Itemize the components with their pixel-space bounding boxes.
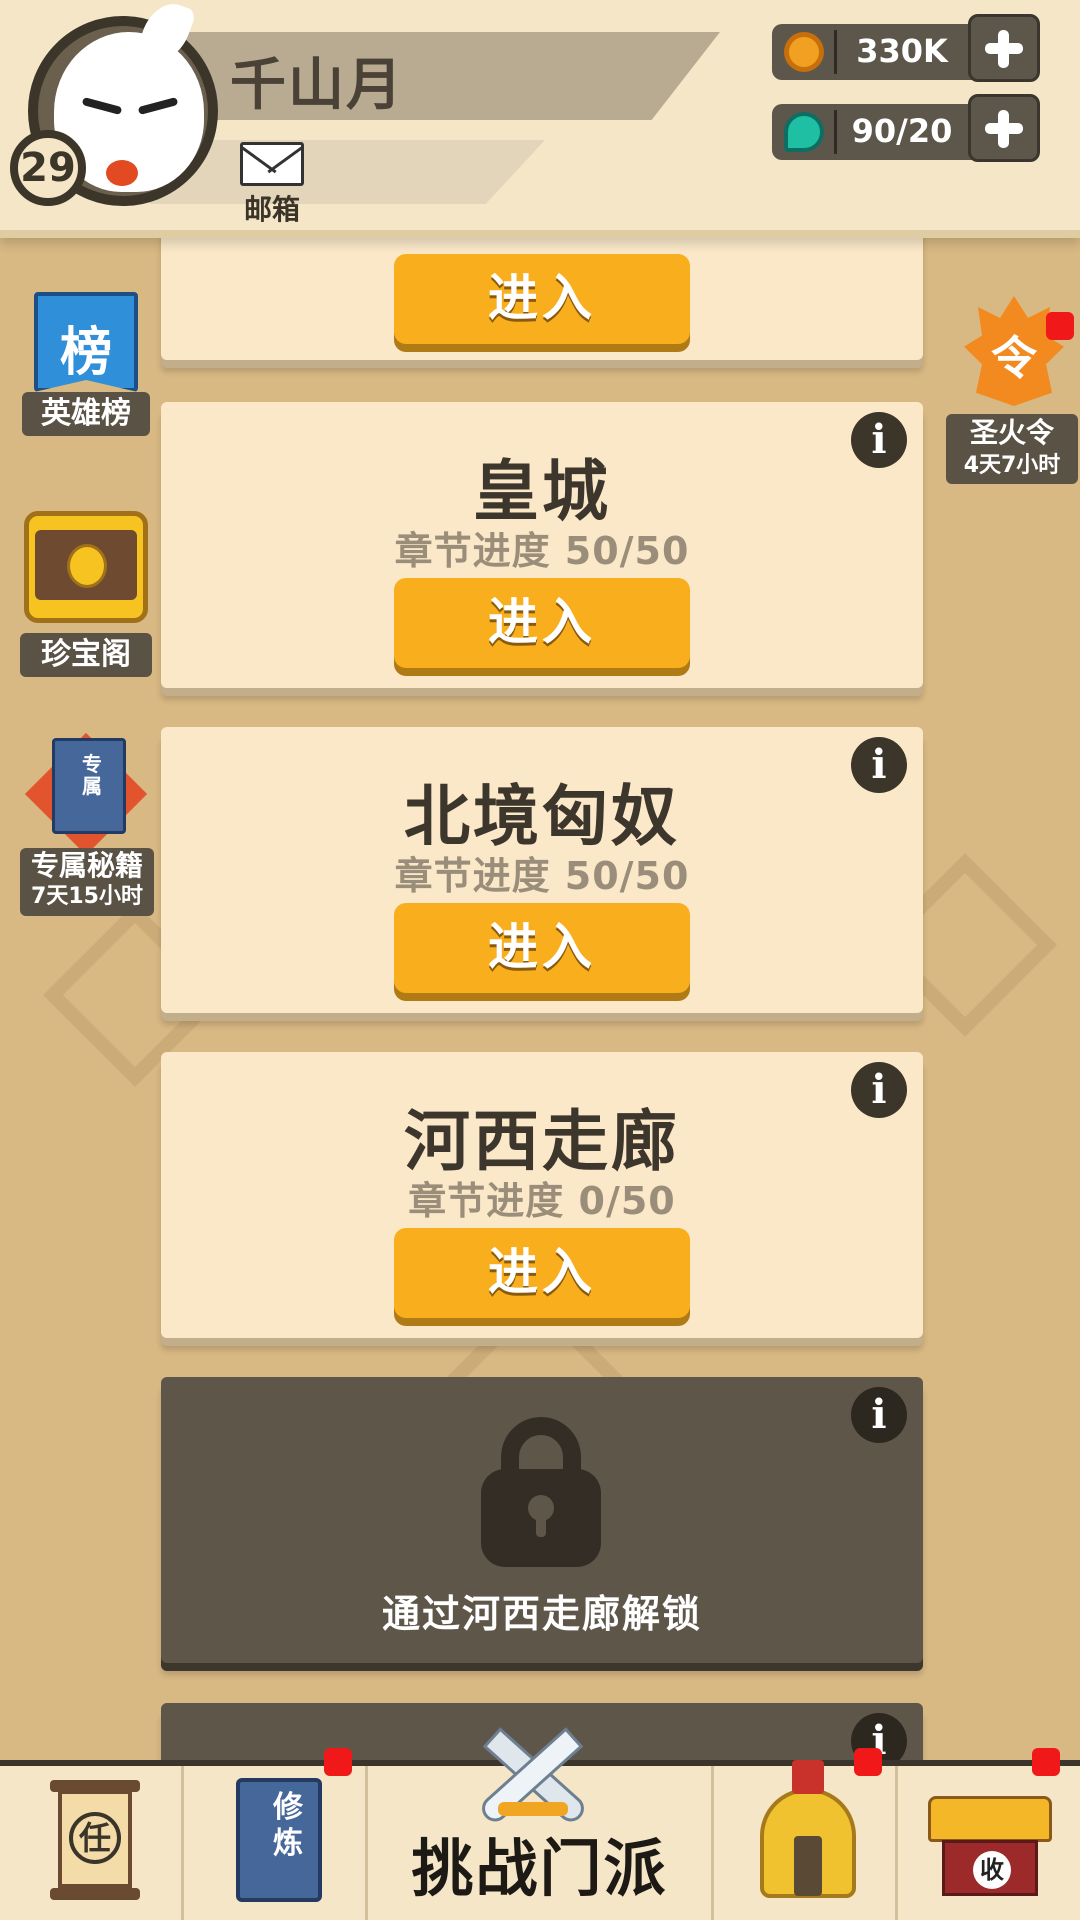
top-header: 千山月 邮箱 29 330K 90/20 <box>0 0 1080 238</box>
game-screen: 千山月 邮箱 29 330K 90/20 进入 i 皇城 章节进度 50/50 … <box>0 0 1080 1920</box>
coin-icon <box>784 32 824 72</box>
manual-label: 专属秘籍 7天15小时 <box>20 848 154 916</box>
chapter-progress: 章节进度 50/50 <box>394 529 690 573</box>
hero-ranking-button[interactable]: 榜 英雄榜 <box>22 288 150 438</box>
level-card-hexi-corridor: i 河西走廊 章节进度 0/50 进入 <box>161 1052 923 1338</box>
treasure-chest-icon <box>24 511 148 623</box>
mailbox-button[interactable]: 邮箱 <box>232 140 312 230</box>
task-scroll-icon: 任 <box>50 1780 140 1904</box>
ranking-glyph: 榜 <box>59 323 112 383</box>
enter-button[interactable]: 进入 <box>394 1228 690 1318</box>
shop-building-icon: 收 <box>928 1796 1052 1896</box>
exclusive-manual-button[interactable]: 专属 专属秘籍 7天15小时 <box>20 728 154 916</box>
enter-button[interactable]: 进入 <box>394 578 690 668</box>
cultivation-book-icon: 修 炼 <box>236 1778 322 1902</box>
notification-dot <box>1032 1748 1060 1776</box>
manual-glyph: 专属 <box>82 752 102 798</box>
player-name: 千山月 <box>230 53 404 118</box>
notification-dot <box>1046 312 1074 340</box>
ranking-label: 英雄榜 <box>22 392 150 436</box>
chapter-progress: 章节进度 50/50 <box>394 854 690 898</box>
player-level-badge: 29 <box>10 130 86 206</box>
unlock-requirement: 通过河西走廊解锁 <box>381 1592 702 1636</box>
envelope-icon <box>240 142 304 186</box>
token-label: 圣火令 4天7小时 <box>946 414 1078 484</box>
level-card-locked: i 通过河西走廊解锁 <box>161 1377 923 1663</box>
chapter-progress: 章节进度 0/50 <box>408 1179 676 1223</box>
enter-button[interactable]: 进入 <box>394 903 690 993</box>
bottom-navigation: 任 修 炼 挑战门派 收 <box>0 1727 1080 1920</box>
nav-tasks[interactable]: 任 <box>0 1766 184 1920</box>
level-card-northern-xiongnu: i 北境匈奴 章节进度 50/50 进入 <box>161 727 923 1013</box>
crossed-swords-icon <box>468 1720 598 1830</box>
ranking-banner-icon: 榜 <box>34 292 138 392</box>
nav-collect[interactable]: 收 <box>898 1748 1080 1920</box>
manual-timer: 7天15小时 <box>31 884 143 909</box>
token-timer: 4天7小时 <box>963 453 1061 478</box>
gold-value: 330K <box>856 32 948 70</box>
lock-icon <box>479 1417 603 1567</box>
info-icon[interactable]: i <box>851 1387 907 1443</box>
notification-dot <box>324 1748 352 1776</box>
level-card-imperial-city: i 皇城 章节进度 50/50 进入 <box>161 402 923 688</box>
energy-value: 90/20 <box>851 112 953 150</box>
helmet-icon <box>760 1788 856 1898</box>
add-gold-button[interactable] <box>968 14 1040 82</box>
challenge-label: 挑战门派 <box>411 1832 668 1905</box>
notification-dot <box>854 1748 882 1776</box>
enter-button[interactable]: 进入 <box>394 254 690 344</box>
treasure-pavilion-button[interactable]: 珍宝阁 <box>20 505 152 677</box>
mailbox-label: 邮箱 <box>243 193 300 226</box>
nav-equipment[interactable] <box>714 1748 898 1920</box>
holy-fire-token-button[interactable]: 令 圣火令 4天7小时 <box>946 296 1078 484</box>
nav-challenge-sect[interactable]: 挑战门派 <box>368 1727 714 1920</box>
treasure-label: 珍宝阁 <box>20 633 152 677</box>
add-energy-button[interactable] <box>968 94 1040 162</box>
jade-icon <box>784 112 824 152</box>
nav-cultivation[interactable]: 修 炼 <box>184 1748 368 1920</box>
